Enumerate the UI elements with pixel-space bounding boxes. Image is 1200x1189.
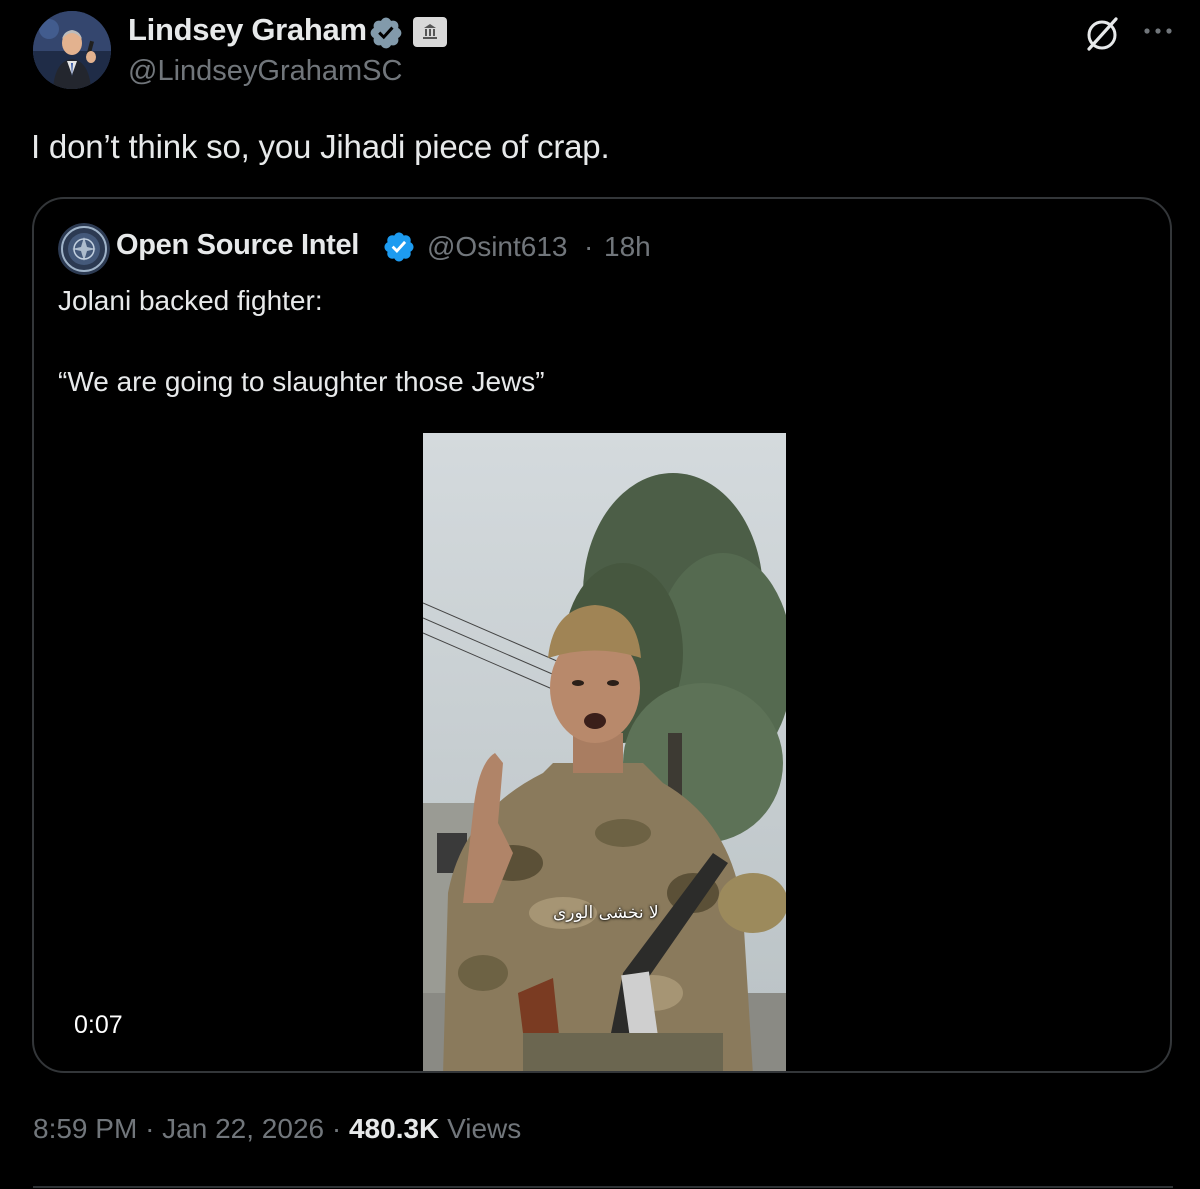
government-building-icon[interactable] [413,17,447,47]
quoted-tweet-card[interactable]: Open Source Intel @Osint613 · 18h Jolani… [32,197,1172,1073]
quote-separator: · [584,231,594,262]
quote-author-avatar[interactable] [58,223,110,275]
views-label: Views [447,1113,522,1144]
video-player[interactable]: لا نخشى الورى [423,433,786,1071]
author-name[interactable]: Lindsey Graham [128,12,367,48]
quote-text-line: Jolani backed fighter: [58,285,323,316]
gray-verified-badge-icon[interactable] [368,15,404,51]
author-handle[interactable]: @LindseyGrahamSC [128,55,402,88]
views-count[interactable]: 480.3K [349,1113,439,1144]
grok-icon[interactable] [1083,14,1123,54]
blue-verified-badge-icon[interactable] [382,230,416,264]
tweet-text: I don’t think so, you Jihadi piece of cr… [31,128,610,165]
video-frame-image [423,433,786,1071]
meta-separator: · [331,1113,342,1144]
more-options-icon[interactable] [1140,16,1176,46]
quote-timestamp[interactable]: 18h [604,231,651,263]
video-duration: 0:07 [74,1011,123,1039]
quote-author-name[interactable]: Open Source Intel [116,229,359,262]
tweet-time[interactable]: 8:59 PM [33,1113,137,1144]
quote-text-line: “We are going to slaughter those Jews” [58,366,545,397]
author-avatar[interactable] [33,11,111,89]
meta-separator: · [145,1113,155,1144]
divider [33,1186,1173,1188]
tweet-date[interactable]: Jan 22, 2026 [162,1113,324,1144]
video-subtitle: لا نخشى الورى [553,903,659,923]
quote-author-handle[interactable]: @Osint613 [427,231,568,263]
tweet-meta: 8:59 PM · Jan 22, 2026 · 480.3K Views [33,1113,521,1145]
